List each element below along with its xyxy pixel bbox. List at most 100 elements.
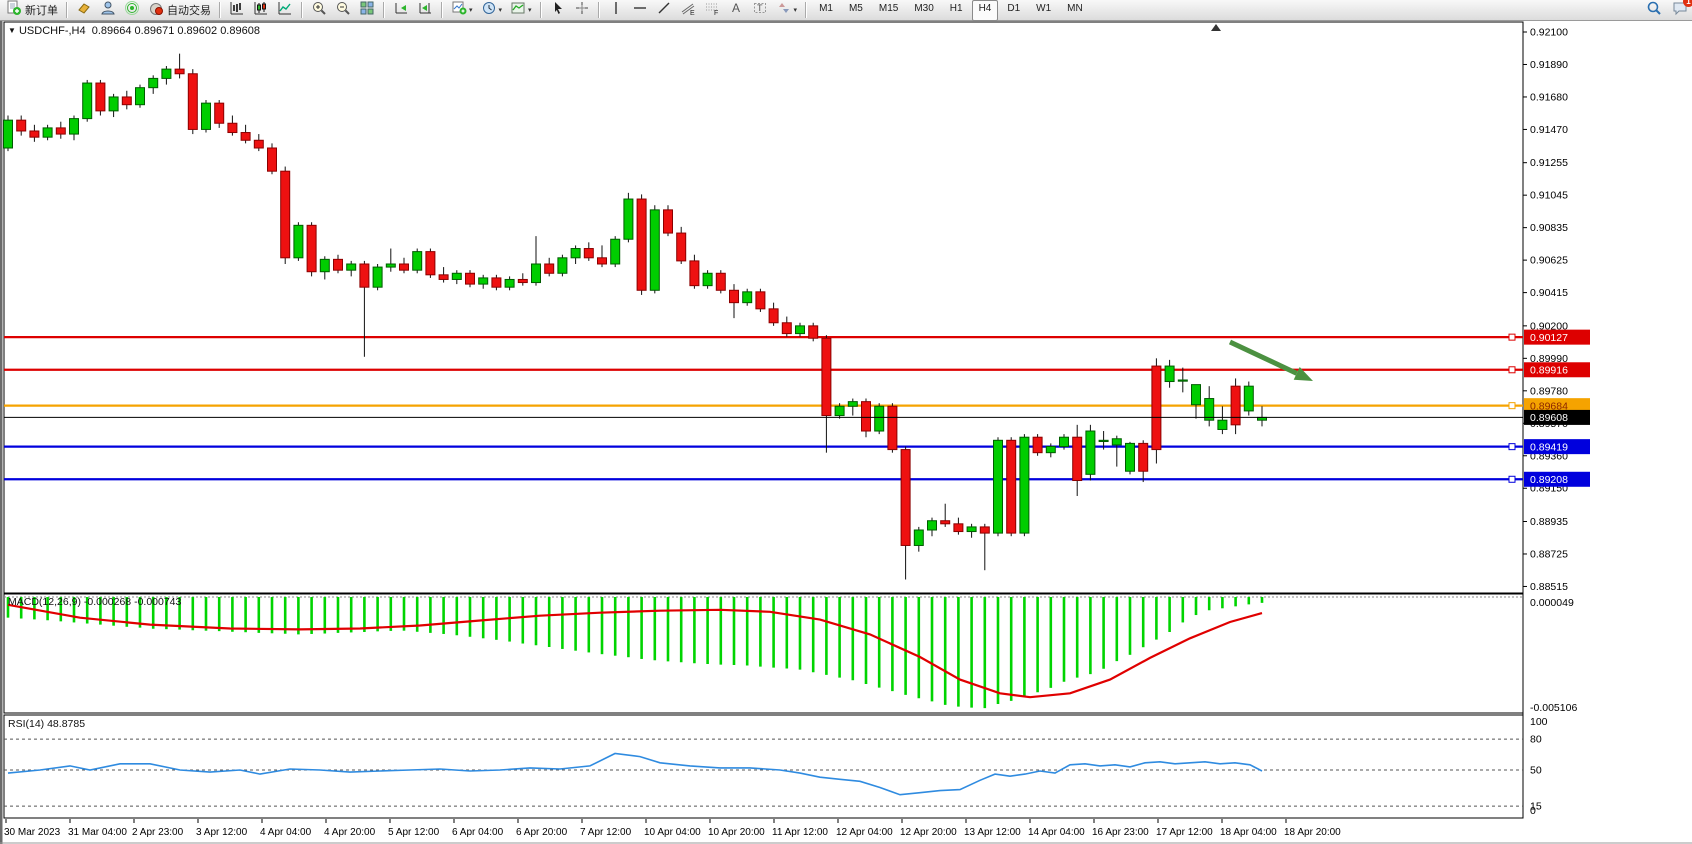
timeframe-button-m5[interactable]: M5	[842, 0, 870, 21]
signals-button[interactable]	[120, 0, 144, 21]
new-order-button[interactable]: 新订单	[2, 0, 62, 21]
toolbar-separator	[219, 2, 221, 18]
date-tick-label: 13 Apr 12:00	[964, 827, 1021, 838]
candle-body	[914, 530, 923, 545]
bar-chart-button[interactable]	[225, 0, 249, 21]
price-tick-label: 0.90835	[1530, 222, 1568, 234]
rsi-pane[interactable]	[4, 715, 1523, 818]
candle-body	[1073, 437, 1082, 480]
date-tick-label: 31 Mar 04:00	[68, 827, 127, 838]
price-tick-label: 0.88515	[1530, 581, 1568, 593]
candle-body	[1033, 437, 1042, 452]
candle-body	[413, 252, 422, 271]
new-chart-button[interactable]: ▾	[447, 0, 477, 21]
chevron-down-icon[interactable]: ▼	[8, 26, 16, 35]
symbol-timeframe-label: USDCHF-,H4	[19, 25, 86, 37]
candle-body	[584, 249, 593, 258]
candle-body	[901, 450, 910, 546]
toolbar-separator	[805, 2, 807, 18]
text-icon: A	[728, 0, 744, 21]
candle-body	[1020, 437, 1029, 533]
rsi-axis-label: 100	[1530, 716, 1548, 728]
text-button[interactable]: A	[724, 0, 748, 21]
candle-body	[782, 323, 791, 334]
tile-windows-button[interactable]	[355, 0, 379, 21]
profiles-icon	[100, 0, 116, 21]
period-button[interactable]: ▾	[477, 0, 507, 21]
chart-symbol-header[interactable]: ▼ USDCHF-,H4 0.89664 0.89671 0.89602 0.8…	[8, 25, 260, 37]
fibo-button[interactable]: E	[676, 0, 700, 21]
candle-body	[954, 524, 963, 532]
candle-body	[690, 261, 699, 286]
candle-body	[122, 97, 131, 105]
timeframe-button-m1[interactable]: M1	[812, 0, 840, 21]
price-level-tag-label: 0.90127	[1530, 332, 1568, 344]
line-chart-button[interactable]	[273, 0, 297, 21]
chart-area[interactable]: 0.921000.918900.916800.914700.912550.910…	[0, 21, 1692, 844]
dropdown-caret-icon[interactable]: ▾	[528, 6, 532, 14]
chart-shift-button[interactable]	[413, 0, 437, 21]
candle-body	[532, 264, 541, 283]
candle-body	[320, 259, 329, 271]
timeframe-button-m15[interactable]: M15	[872, 0, 905, 21]
dropdown-caret-icon[interactable]: ▾	[794, 6, 798, 14]
shapes-button[interactable]: ▾	[772, 0, 802, 21]
candle-body	[703, 273, 712, 285]
profiles-button[interactable]	[96, 0, 120, 21]
dropdown-caret-icon[interactable]: ▾	[499, 6, 503, 14]
candle-chart-button[interactable]	[249, 0, 273, 21]
timeframe-button-m30[interactable]: M30	[907, 0, 940, 21]
line-handle[interactable]	[1509, 444, 1515, 450]
timeframe-button-mn[interactable]: MN	[1060, 0, 1090, 21]
candle-body	[598, 258, 607, 264]
vline-button[interactable]	[604, 0, 628, 21]
crosshair-button[interactable]	[570, 0, 594, 21]
rsi-axis-label: 50	[1530, 765, 1542, 777]
timeframe-button-h1[interactable]: H1	[943, 0, 970, 21]
candle-body	[664, 210, 673, 233]
candle-body	[637, 199, 646, 290]
line-handle[interactable]	[1509, 367, 1515, 373]
candle-body	[1126, 443, 1135, 471]
candle-body	[650, 210, 659, 290]
candle-body	[347, 264, 356, 270]
candle-body	[941, 521, 950, 524]
date-tick-label: 4 Apr 20:00	[324, 827, 376, 838]
date-tick-label: 10 Apr 04:00	[644, 827, 701, 838]
candle-body	[1007, 440, 1016, 533]
candle-body	[215, 103, 224, 123]
cursor-button[interactable]	[546, 0, 570, 21]
dropdown-caret-icon[interactable]: ▾	[469, 6, 473, 14]
grid-button[interactable]: F	[700, 0, 724, 21]
timeframe-button-w1[interactable]: W1	[1029, 0, 1058, 21]
template-button[interactable]: ▾	[506, 0, 536, 21]
zoom-out-button[interactable]	[331, 0, 355, 21]
search-icon[interactable]	[1646, 0, 1662, 21]
styles-button[interactable]	[72, 0, 96, 21]
auto-scroll-icon	[393, 0, 409, 21]
candle-body	[1046, 446, 1055, 452]
candle-body	[558, 258, 567, 273]
hline-button[interactable]	[628, 0, 652, 21]
auto-scroll-button[interactable]	[389, 0, 413, 21]
candle-body	[1139, 443, 1148, 471]
candle-body	[1165, 366, 1174, 381]
candle-body	[56, 128, 65, 134]
autotrade-button[interactable]: 自动交易	[144, 0, 215, 21]
toolbar-separator	[383, 2, 385, 18]
line-handle[interactable]	[1509, 476, 1515, 482]
line-handle[interactable]	[1509, 334, 1515, 340]
toolbar-button-label: 自动交易	[167, 2, 211, 18]
date-tick-label: 4 Apr 04:00	[260, 827, 312, 838]
zoom-in-button[interactable]	[307, 0, 331, 21]
timeframe-button-d1[interactable]: D1	[1000, 0, 1027, 21]
chart-shift-icon	[417, 0, 433, 21]
notifications-button[interactable]: 1	[1672, 0, 1688, 21]
trendline-button[interactable]	[652, 0, 676, 21]
candle-body	[96, 83, 105, 111]
line-handle[interactable]	[1509, 403, 1515, 409]
timeframe-button-h4[interactable]: H4	[972, 0, 999, 21]
price-tick-label: 0.91680	[1530, 91, 1568, 103]
svg-text:F: F	[714, 10, 718, 16]
text-label-button[interactable]: T	[748, 0, 772, 21]
